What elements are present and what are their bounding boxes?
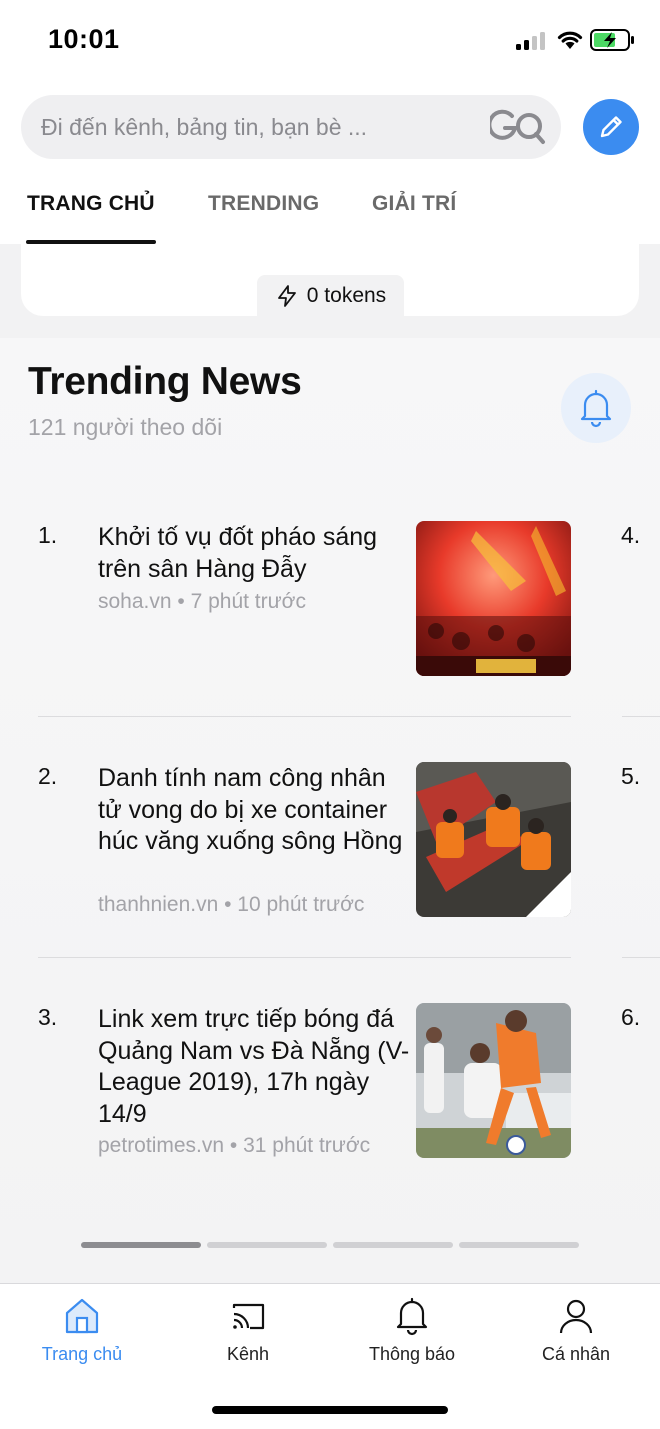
tab-trang-chu[interactable]: TRANG CHỦ — [27, 192, 155, 216]
news-thumbnail[interactable] — [416, 762, 571, 917]
tab-giai-tri[interactable]: GIẢI TRÍ — [372, 192, 456, 216]
news-title[interactable]: Link xem trực tiếp bóng đá Quảng Nam vs … — [98, 1004, 410, 1130]
nav-label: Kênh — [226, 1344, 270, 1364]
news-item[interactable]: 2. Danh tính nam công nhân tử vong do bị… — [38, 762, 572, 923]
bell-icon — [580, 389, 612, 428]
news-meta: thanhnien.vn • 10 phút trước — [98, 893, 365, 916]
news-meta: petrotimes.vn • 31 phút trước — [98, 1134, 371, 1157]
search-bar[interactable] — [21, 95, 561, 159]
news-title[interactable]: Khởi tố vụ đốt pháo sáng trên sân Hàng Đ… — [98, 522, 404, 585]
status-bar: 10:01 — [0, 0, 660, 80]
divider — [622, 716, 660, 717]
page-dot[interactable] — [81, 1242, 201, 1248]
nav-label: Cá nhân — [541, 1344, 611, 1364]
page-dot[interactable] — [207, 1242, 327, 1248]
home-icon — [65, 1298, 99, 1334]
divider — [38, 957, 571, 958]
news-rank: 1. — [38, 522, 58, 548]
tokens-label: 0 tokens — [306, 284, 387, 307]
flare-photo — [416, 521, 571, 676]
category-tabs: TRANG CHỦ TRENDING GIẢI TRÍ — [0, 180, 660, 244]
news-item[interactable]: 1. Khởi tố vụ đốt pháo sáng trên sân Hàn… — [38, 521, 572, 682]
news-rank: 2. — [38, 763, 58, 789]
nav-notifications[interactable]: Thông báo — [347, 1296, 477, 1365]
person-icon — [559, 1299, 593, 1334]
page-dot[interactable] — [459, 1242, 579, 1248]
football-photo — [416, 1003, 571, 1158]
nav-home[interactable]: Trang chủ — [17, 1296, 147, 1365]
panel-title: Trending News — [28, 360, 302, 403]
divider — [622, 957, 660, 958]
news-rank: 3. — [38, 1004, 58, 1030]
news-item[interactable]: 3. Link xem trực tiếp bóng đá Quảng Nam … — [38, 1003, 572, 1164]
tab-trending[interactable]: TRENDING — [208, 192, 319, 216]
cast-icon — [232, 1303, 265, 1330]
news-title[interactable]: Danh tính nam công nhân tử vong do bị xe… — [98, 763, 404, 858]
nav-label: Trang chủ — [41, 1344, 123, 1364]
go-logo-icon — [490, 109, 545, 144]
news-meta: soha.vn • 7 phút trước — [98, 590, 306, 613]
lightning-icon — [277, 285, 296, 307]
pencil-icon — [600, 116, 622, 138]
next-column-rank: 6. — [621, 1004, 641, 1030]
tokens-button[interactable]: 0 tokens — [257, 275, 404, 317]
battery-icon — [590, 29, 634, 51]
status-time: 10:01 — [48, 24, 120, 54]
subscribe-button[interactable] — [561, 373, 631, 443]
search-input[interactable] — [41, 95, 481, 159]
nav-channels[interactable]: Kênh — [183, 1296, 313, 1365]
divider — [38, 716, 571, 717]
next-column-rank: 4. — [621, 522, 641, 548]
compose-button[interactable] — [583, 99, 639, 155]
follower-count: 121 người theo dõi — [28, 414, 223, 440]
nav-profile[interactable]: Cá nhân — [511, 1296, 641, 1365]
page-dot[interactable] — [333, 1242, 453, 1248]
wifi-icon — [557, 31, 583, 49]
cellular-signal-icon — [516, 32, 548, 50]
next-column-rank: 5. — [621, 763, 641, 789]
page-indicator[interactable] — [81, 1242, 581, 1248]
home-indicator[interactable] — [212, 1406, 448, 1414]
rescue-photo — [416, 762, 571, 917]
nav-label: Thông báo — [368, 1344, 456, 1364]
bell-icon — [396, 1297, 428, 1336]
news-thumbnail[interactable] — [416, 1003, 571, 1158]
news-thumbnail[interactable] — [416, 521, 571, 676]
